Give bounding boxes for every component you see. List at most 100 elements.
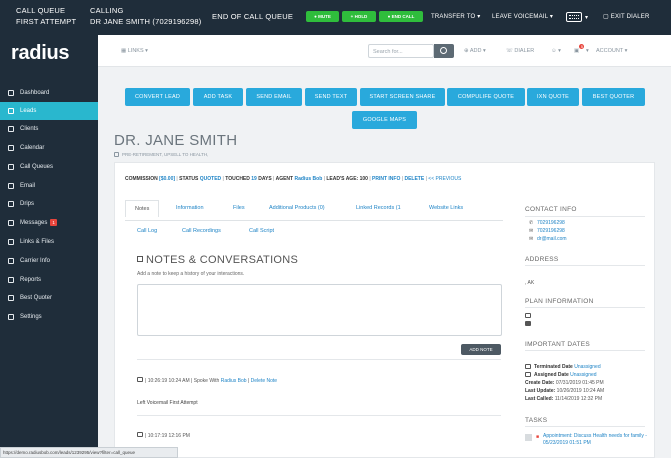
tab-call-log[interactable]: Call Log (137, 228, 157, 234)
sidebar-item-reports[interactable]: Reports (0, 271, 98, 289)
delete-link[interactable]: DELETE (404, 176, 424, 182)
send-text-button[interactable]: SEND TEXT (305, 88, 357, 106)
lead-info-bar: COMMISSION [$0.00] | STATUS QUOTED | TOU… (125, 176, 462, 182)
sidebar-item-messages[interactable]: Messages 1 (0, 214, 98, 232)
leave-voicemail-dropdown[interactable]: LEAVE VOICEMAIL ▾ (492, 12, 553, 22)
exit-dialer-button[interactable]: ▢ EXIT DIALER (603, 12, 650, 22)
search-button[interactable] (434, 44, 454, 58)
tab-linked-records[interactable]: Linked Records (1 (356, 205, 401, 211)
notes-hint: Add a note to keep a history of your int… (137, 271, 245, 277)
note-agent[interactable]: Radius Bob (221, 378, 247, 384)
note-meta: | 10:26:19 10:24 AM | Spoke With Radius … (145, 378, 278, 384)
phone-icon (8, 164, 14, 170)
link-icon (8, 239, 14, 245)
note-time: | 10:17:19 12:16 PM (145, 433, 190, 439)
user-dropdown[interactable]: ☺ ▾ (551, 48, 561, 54)
terminated-date: Terminated Date Unassigned (534, 364, 601, 370)
delete-note-link[interactable]: Delete Note (251, 378, 277, 384)
tab-notes[interactable]: Notes (125, 200, 160, 217)
phone-icon: ✆ (529, 220, 534, 226)
previous-link[interactable]: << PREVIOUS (428, 176, 461, 182)
file-icon[interactable] (525, 321, 531, 326)
sidebar-item-label: Reports (20, 277, 42, 283)
dashboard-icon (8, 90, 14, 96)
add-task-button[interactable]: ADD TASK (193, 88, 243, 106)
sidebar-item-settings[interactable]: Settings (0, 308, 98, 326)
touched-label: TOUCHED (225, 176, 250, 182)
sidebar: radius Dashboard Leads Clients Calendar … (0, 35, 98, 458)
email-link[interactable]: dr@mail.com (537, 236, 567, 242)
assigned-value[interactable]: Unassigned (570, 372, 596, 378)
search-input[interactable]: Search for... (368, 44, 434, 58)
assigned-date: Assigned Date Unassigned (534, 372, 597, 378)
phone-2-link[interactable]: 7029196298 (537, 228, 565, 234)
add-dropdown[interactable]: ⊕ ADD ▾ (464, 48, 486, 54)
terminated-value[interactable]: Unassigned (574, 364, 600, 370)
status-value[interactable]: QUOTED (200, 176, 221, 182)
calendar-icon (8, 145, 14, 151)
sidebar-item-dashboard[interactable]: Dashboard (0, 84, 98, 102)
sidebar-item-label: Settings (20, 314, 42, 320)
agent-value[interactable]: Radius Bob (294, 176, 322, 182)
compulife-quote-button[interactable]: COMPULIFE QUOTE (447, 88, 525, 106)
task-link[interactable]: Appointment: Discuss Health needs for fa… (543, 433, 648, 447)
divider (137, 415, 501, 416)
sidebar-item-label: Links & Files (20, 239, 55, 245)
convert-lead-button[interactable]: CONVERT LEAD (125, 88, 190, 106)
hold-label: HOLD (354, 14, 368, 19)
send-email-button[interactable]: SEND EMAIL (246, 88, 302, 106)
tab-call-recordings[interactable]: Call Recordings (182, 228, 221, 234)
account-dropdown[interactable]: ACCOUNT ▾ (596, 48, 627, 54)
sidebar-item-call-queues[interactable]: Call Queues (0, 158, 98, 176)
sidebar-item-drips[interactable]: Drips (0, 195, 98, 213)
transfer-label: TRANSFER TO (431, 14, 476, 20)
lead-age: LEAD'S AGE: 100 (326, 176, 368, 182)
sidebar-item-leads[interactable]: Leads (0, 102, 98, 120)
folder-icon[interactable] (525, 313, 531, 318)
mute-button[interactable]: ● MUTE (306, 11, 339, 22)
add-note-button[interactable]: ADD NOTE (461, 344, 501, 355)
keypad-icon[interactable] (566, 12, 582, 22)
dialer-button[interactable]: ☏ DIALER (506, 48, 534, 54)
tab-information[interactable]: Information (176, 205, 204, 211)
sidebar-item-label: Email (20, 183, 36, 189)
tab-call-script[interactable]: Call Script (249, 228, 274, 234)
tab-website-links[interactable]: Website Links (429, 205, 463, 211)
exit-icon: ▢ (603, 14, 611, 20)
links-dropdown[interactable]: ▦ LINKS ▾ (121, 48, 148, 54)
note-textarea[interactable] (137, 284, 502, 336)
phone-1-link[interactable]: 7029196298 (537, 220, 565, 226)
print-info-link[interactable]: PRINT INFO (372, 176, 400, 182)
tasks-heading: TASKS (525, 417, 548, 424)
sidebar-item-label: Dashboard (20, 90, 50, 96)
hold-button[interactable]: + HOLD (342, 11, 376, 22)
commission-value[interactable]: [$0.00] (159, 176, 175, 182)
sidebar-item-clients[interactable]: Clients (0, 120, 98, 138)
end-call-button[interactable]: ● END CALL (379, 11, 423, 22)
sidebar-item-carrier-info[interactable]: Carrier Info (0, 252, 98, 270)
important-dates-heading: IMPORTANT DATES (525, 341, 591, 348)
calling-label: CALLING (90, 6, 124, 15)
assigned-label: Assigned Date (534, 372, 569, 378)
links-icon: ▦ (121, 48, 128, 54)
last-update-value: 10/26/2019 10:24 AM (556, 388, 605, 394)
sidebar-item-label: Clients (20, 126, 39, 132)
contact-name: DR. JANE SMITH (114, 132, 238, 149)
caret-down-icon[interactable]: ▾ (585, 13, 588, 23)
tab-files[interactable]: Files (233, 205, 245, 211)
tab-additional-products[interactable]: Additional Products (0) (269, 205, 325, 211)
sidebar-item-calendar[interactable]: Calendar (0, 139, 98, 157)
ixn-quote-button[interactable]: IXN QUOTE (527, 88, 579, 106)
notifications-button[interactable]: ▣5 ▾ (574, 44, 589, 54)
radius-logo[interactable]: radius (11, 42, 70, 65)
sidebar-item-best-quoter[interactable]: Best Quoter (0, 289, 98, 307)
sidebar-item-links-files[interactable]: Links & Files (0, 233, 98, 251)
google-maps-button[interactable]: GOOGLE MAPS (352, 111, 417, 129)
touched-value: 19 (251, 176, 257, 182)
transfer-dropdown[interactable]: TRANSFER TO ▾ (431, 12, 480, 22)
sidebar-item-email[interactable]: Email (0, 177, 98, 195)
best-quoter-button[interactable]: BEST QUOTER (582, 88, 645, 106)
sidebar-item-label: Leads (20, 108, 37, 114)
screen-share-button[interactable]: START SCREEN SHARE (360, 88, 445, 106)
task-checkbox[interactable] (525, 434, 532, 441)
